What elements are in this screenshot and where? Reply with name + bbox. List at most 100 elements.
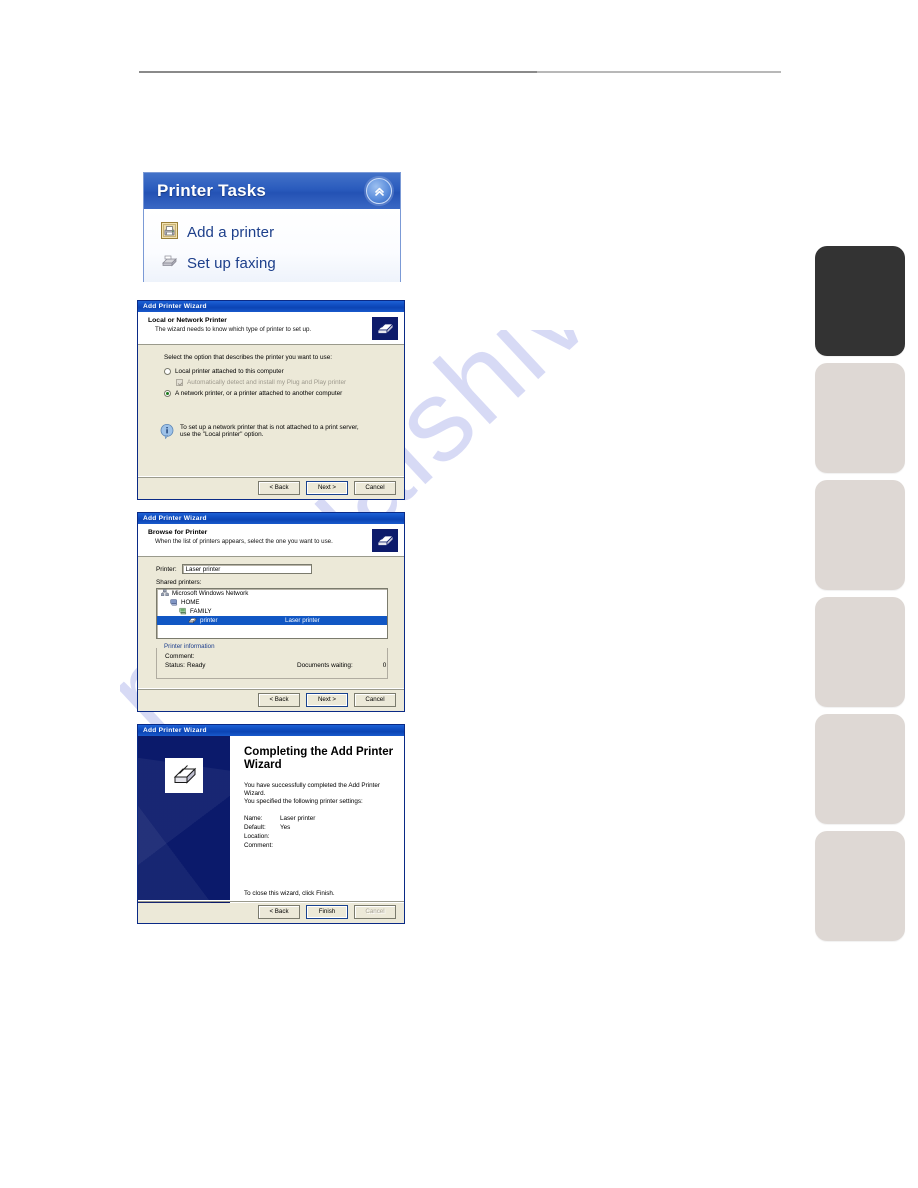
option-prompt: Select the option that describes the pri… (164, 354, 333, 361)
wizard-heading: Completing the Add Printer Wizard (244, 746, 394, 771)
task-label: Add a printer (187, 224, 275, 241)
documents-waiting-label: Documents waiting: (297, 662, 353, 669)
wizard-banner: Local or Network Printer The wizard need… (138, 312, 404, 345)
setting-key: Default: (244, 823, 266, 831)
printer-badge-icon (372, 529, 398, 552)
next-button[interactable]: Next > (306, 693, 348, 707)
printer-tasks-title: Printer Tasks (157, 181, 267, 200)
wizard-paragraph-2: You specified the following printer sett… (244, 798, 363, 806)
wizard-footer: < Back Next > Cancel (138, 688, 404, 711)
comment-label: Comment: (165, 653, 195, 660)
network-icon (160, 589, 169, 599)
setting-name: Name: Laser printer (244, 814, 394, 823)
tree-item-network[interactable]: Microsoft Windows Network (157, 589, 387, 598)
tree-item-label: HOME (181, 599, 200, 606)
printer-name-input[interactable]: Laser printer (181, 564, 312, 574)
task-label: Set up faxing (187, 255, 276, 272)
window-title: Add Printer Wizard (143, 303, 207, 310)
add-printer-wizard-browse: Add Printer Wizard Browse for Printer Wh… (137, 512, 405, 712)
wizard-heading: Local or Network Printer (148, 317, 227, 324)
setting-key: Location: (244, 832, 270, 840)
printer-badge-icon (165, 758, 203, 793)
wizard-content: Printer: Laser printer Shared printers: … (138, 557, 404, 679)
tree-item-home[interactable]: HOME (157, 598, 387, 607)
printer-tasks-header: Printer Tasks (144, 173, 400, 209)
wizard-footer: < Back Finish Cancel (138, 900, 404, 923)
info-note: To set up a network printer that is not … (160, 424, 404, 440)
side-tab-5[interactable] (815, 714, 905, 824)
wizard-paragraph-1: You have successfully completed the Add … (244, 782, 380, 797)
printer-icon (188, 616, 197, 626)
add-printer-wizard-complete: Add Printer Wizard Completing the Add Pr… (137, 724, 405, 924)
side-tab-1[interactable] (815, 246, 905, 356)
side-tab-4[interactable] (815, 597, 905, 707)
finish-button[interactable]: Finish (306, 905, 348, 919)
side-tab-3[interactable] (815, 480, 905, 590)
computer-icon (179, 607, 187, 617)
next-button[interactable]: Next > (306, 481, 348, 495)
wizard-subheading: When the list of printers appears, selec… (155, 538, 333, 545)
option-local-printer[interactable]: Local printer attached to this computer (164, 368, 404, 375)
setting-location: Location: (244, 832, 394, 841)
side-tab-strip (815, 246, 907, 948)
wizard-banner: Browse for Printer When the list of prin… (138, 524, 404, 557)
task-set-up-faxing[interactable]: Set up faxing (161, 248, 400, 279)
side-tab-6[interactable] (815, 831, 905, 941)
tree-item-printer[interactable]: printer Laser printer (157, 616, 387, 625)
window-title-bar: Add Printer Wizard (138, 725, 404, 736)
add-printer-icon (161, 221, 178, 244)
cancel-button[interactable]: Cancel (354, 693, 396, 707)
tree-item-label: FAMILY (190, 608, 212, 615)
option-label: A network printer, or a printer attached… (175, 390, 343, 397)
setting-key: Comment: (244, 841, 274, 849)
option-auto-detect: Automatically detect and install my Plug… (176, 379, 404, 386)
checkbox-icon (176, 379, 183, 386)
option-network-printer[interactable]: A network printer, or a printer attached… (164, 390, 404, 397)
workgroup-icon (170, 598, 178, 608)
cancel-button: Cancel (354, 905, 396, 919)
setting-value: Laser printer (280, 814, 316, 822)
info-icon (160, 424, 174, 440)
wizard-subheading: The wizard needs to know which type of p… (155, 326, 312, 333)
setting-comment: Comment: (244, 841, 394, 850)
wizard-main: Completing the Add Printer Wizard You ha… (230, 736, 404, 903)
radio-icon[interactable] (164, 390, 171, 397)
printer-field-row: Printer: Laser printer (156, 564, 388, 574)
window-title: Add Printer Wizard (143, 727, 207, 734)
documents-waiting-value: 0 (382, 662, 387, 669)
info-line-2: use the "Local printer" option. (180, 431, 264, 438)
option-label: Local printer attached to this computer (175, 368, 284, 375)
printer-information-group: Printer information Comment: Status: Rea… (156, 643, 388, 679)
option-label: Automatically detect and install my Plug… (187, 379, 347, 386)
shared-printers-label: Shared printers: (156, 579, 202, 586)
back-button[interactable]: < Back (258, 905, 300, 919)
wizard-content: Completing the Add Printer Wizard You ha… (138, 736, 404, 903)
wizard-footer: < Back Next > Cancel (138, 476, 404, 499)
back-button[interactable]: < Back (258, 693, 300, 707)
info-line-1: To set up a network printer that is not … (180, 424, 359, 431)
task-add-a-printer[interactable]: Add a printer (161, 217, 400, 248)
group-legend: Printer information (161, 643, 218, 650)
tree-item-description: Laser printer (285, 617, 320, 624)
printer-tasks-list: Add a printer Set up faxing (144, 209, 400, 282)
cancel-button[interactable]: Cancel (354, 481, 396, 495)
page-header-rule (139, 71, 781, 73)
back-button[interactable]: < Back (258, 481, 300, 495)
window-title: Add Printer Wizard (143, 515, 207, 522)
printer-badge-icon (372, 317, 398, 340)
wizard-heading: Browse for Printer (148, 529, 208, 536)
window-title-bar: Add Printer Wizard (138, 301, 404, 312)
chevron-double-up-icon[interactable] (366, 178, 392, 204)
fax-icon (161, 253, 178, 275)
printer-field-label: Printer: (156, 565, 177, 573)
status-label: Status: (165, 662, 185, 669)
tree-item-label: Microsoft Windows Network (172, 590, 249, 597)
shared-printers-tree[interactable]: Microsoft Windows Network HOME FAMILY pr… (156, 588, 388, 639)
wizard-sidebar (138, 736, 230, 903)
status-value: Ready (187, 662, 206, 669)
setting-value: Yes (280, 823, 291, 831)
setting-key: Name: (244, 814, 263, 822)
radio-icon[interactable] (164, 368, 171, 375)
window-title-bar: Add Printer Wizard (138, 513, 404, 524)
side-tab-2[interactable] (815, 363, 905, 473)
